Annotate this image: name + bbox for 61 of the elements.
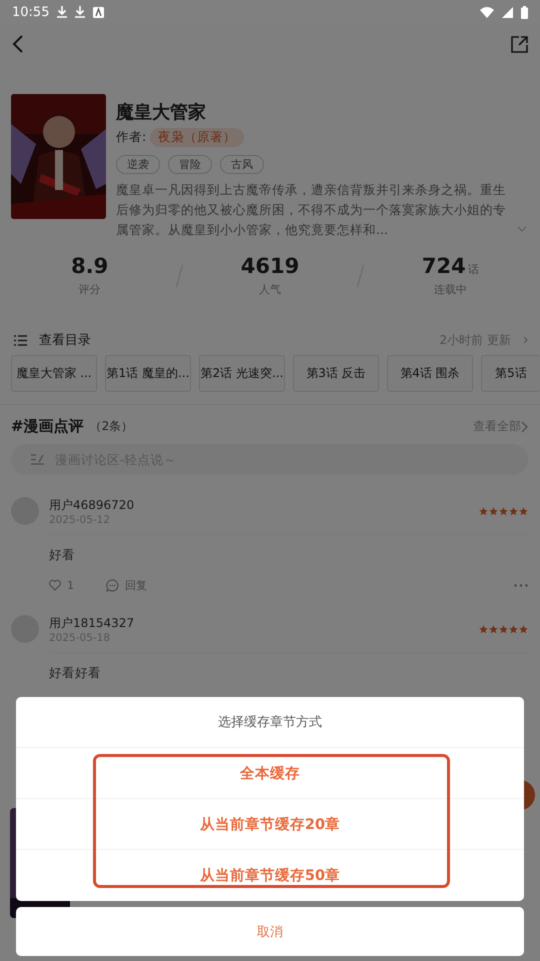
cache-option[interactable]: 从当前章节缓存20章 <box>16 799 524 850</box>
chevron-right-icon <box>523 336 528 344</box>
catalog-link[interactable]: 查看目录 <box>39 331 91 349</box>
star-icon <box>499 507 508 516</box>
comment-text: 好看好看 <box>49 652 528 682</box>
star-icon <box>489 507 498 516</box>
notification-icon <box>93 6 104 18</box>
genre-tag[interactable]: 逆袭 <box>116 155 160 174</box>
genre-tag[interactable]: 冒险 <box>168 155 212 174</box>
expand-icon[interactable] <box>517 226 527 232</box>
stat-label: 评分 <box>78 282 101 297</box>
user-name: 用户46896720 <box>49 497 136 514</box>
battery-icon <box>521 6 528 18</box>
download-icon <box>75 6 86 18</box>
share-icon[interactable] <box>511 36 528 52</box>
comment-text: 好看 <box>49 534 528 564</box>
book-description: 魔皇卓一凡因得到上古魔帝传承，遭亲信背叛并引来杀身之祸。重生后修为归零的他又被心魔所困，不得不成为一个落寞家族大小姐的专属管家。从魔皇到小小管家，他究竟要怎样和... <box>116 181 507 239</box>
more-icon[interactable] <box>514 584 528 587</box>
like-count: 1 <box>67 579 74 592</box>
star-icon <box>499 625 508 634</box>
star-icon <box>479 507 488 516</box>
reviews-title: #漫画点评 <box>11 417 84 436</box>
stat-value: 724 <box>422 254 466 278</box>
edit-icon <box>31 454 45 465</box>
wifi-icon <box>480 6 494 18</box>
user-name: 用户18154327 <box>49 615 136 632</box>
star-icon <box>479 625 488 634</box>
book-title: 魔皇大管家 <box>116 101 207 124</box>
heart-icon[interactable] <box>49 580 61 591</box>
reply-link[interactable]: 回复 <box>125 578 147 593</box>
stat-value: 8.9 <box>71 254 108 278</box>
review-count: （2条） <box>90 418 134 435</box>
back-icon[interactable] <box>12 35 24 53</box>
star-icon <box>509 625 518 634</box>
stat-value: 4619 <box>240 254 300 278</box>
cache-option[interactable]: 全本缓存 <box>16 748 524 799</box>
chapter-chip[interactable]: 第4话 围杀 <box>387 355 473 392</box>
download-icon <box>57 6 68 18</box>
stat-label: 连载中 <box>434 282 467 297</box>
dialog-title: 选择缓存章节方式 <box>16 697 524 748</box>
author-label: 作者: <box>116 129 146 146</box>
star-icon <box>519 625 528 634</box>
chapter-chip[interactable]: 第5话 <box>481 355 540 392</box>
star-icon <box>509 507 518 516</box>
list-icon[interactable] <box>14 334 27 346</box>
cancel-button[interactable]: 取消 <box>16 907 524 956</box>
author-link[interactable]: 夜枭（原著） <box>150 128 244 147</box>
chapter-chip[interactable]: 魔皇大管家 ... <box>11 355 97 392</box>
stat-unit: 话 <box>468 262 479 277</box>
star-icon <box>519 507 528 516</box>
chapter-chip[interactable]: 第3话 反击 <box>293 355 379 392</box>
chevron-right-icon <box>521 420 528 432</box>
genre-tag[interactable]: 古风 <box>220 155 264 174</box>
chapter-chip[interactable]: 第1话 魔皇的... <box>105 355 191 392</box>
signal-icon <box>502 6 513 18</box>
cache-option[interactable]: 从当前章节缓存50章 <box>16 850 524 901</box>
star-icon <box>489 625 498 634</box>
stat-label: 人气 <box>258 282 281 297</box>
status-time: 10:55 <box>12 4 50 20</box>
chat-bubble-icon[interactable] <box>106 579 119 592</box>
chapter-chip[interactable]: 第2话 光速突... <box>199 355 285 392</box>
